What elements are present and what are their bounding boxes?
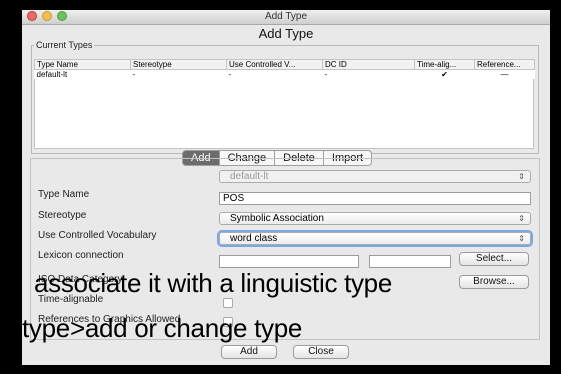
close-button[interactable]: Close [293,345,349,359]
lexicon-input[interactable] [219,255,359,268]
type-name-input[interactable]: POS [219,192,531,205]
lexicon-input-2[interactable] [369,255,451,268]
column-header[interactable]: Reference... [474,59,535,70]
column-header[interactable]: Time-alig... [414,59,475,70]
types-table: Type Name Stereotype Use Controlled V... DC… [34,59,535,79]
column-header[interactable]: Type Name [34,59,131,70]
column-header[interactable]: Stereotype [130,59,227,70]
select-button[interactable]: Select... [459,252,529,266]
table-header-row: Type Name Stereotype Use Controlled V... DC… [34,59,535,70]
table-cell: — [500,70,509,79]
type-select-value: default-lt [230,171,269,182]
dialog-title: Add Type [258,26,314,41]
title-bar: Add Type [22,10,550,25]
caption-line-2: type>add or change type [22,313,303,343]
updown-arrow-icon: ⇕ [518,214,525,223]
type-name-label: Type Name [38,189,90,200]
column-header[interactable]: Use Controlled V... [226,59,323,70]
stereotype-select[interactable]: Symbolic Association ⇕ [219,212,531,225]
table-cell: default-lt [36,70,68,79]
current-types-legend: Current Types [34,40,95,50]
updown-arrow-icon: ⇕ [518,234,525,243]
table-cell: - [228,70,232,79]
time-alignable-checkbox[interactable] [223,298,233,308]
updown-arrow-icon: ⇕ [518,172,525,181]
table-body: default-lt - - - ✔ — [35,70,535,79]
ucv-label: Use Controlled Vocabulary [38,230,157,241]
table-cell: - [132,70,136,79]
ucv-value: word class [230,233,278,244]
column-header[interactable]: DC ID [322,59,415,70]
add-button[interactable]: Add [221,345,277,359]
browse-button[interactable]: Browse... [459,275,529,289]
ucv-select[interactable]: word class ⇕ [219,232,531,245]
stereotype-value: Symbolic Association [230,213,324,224]
table-row[interactable]: default-lt - - - ✔ — [35,70,535,79]
table-cell: - [324,70,328,79]
caption-line-1: associate it with a linguistic type [34,268,393,298]
stereotype-label: Stereotype [38,210,87,221]
window-title: Add Type [264,11,308,22]
type-select[interactable]: default-lt ⇕ [219,170,531,183]
table-cell: ✔ [441,70,448,79]
lexicon-label: Lexicon connection [38,250,124,261]
